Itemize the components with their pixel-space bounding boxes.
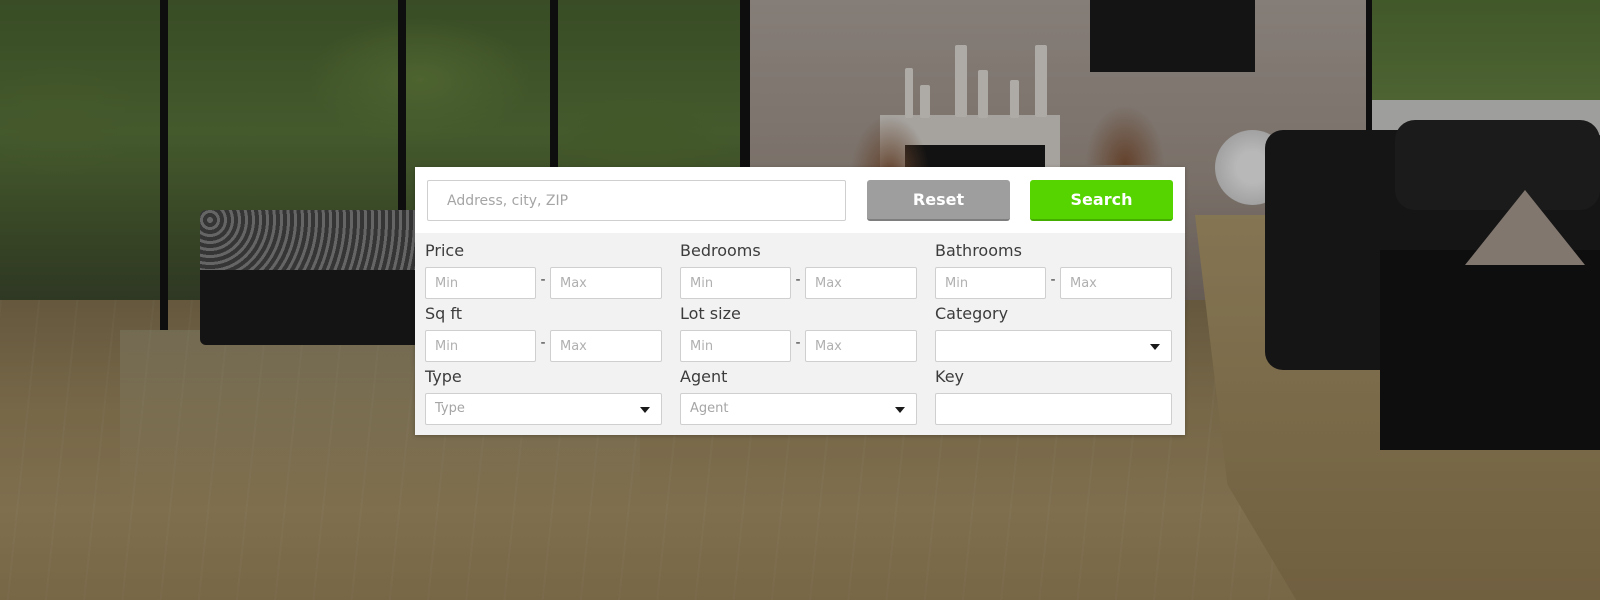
bedrooms-max-input[interactable] [805, 267, 917, 299]
caret-down-icon [895, 407, 905, 413]
search-bar: Reset Search [415, 167, 1185, 233]
agent-selected-value: Agent [690, 401, 729, 416]
bathrooms-filter: Bathrooms - [935, 240, 1172, 299]
lot-size-range: - [680, 330, 917, 362]
sqft-max-input[interactable] [550, 330, 662, 362]
type-label: Type [425, 367, 462, 386]
lot-size-filter: Lot size - [680, 303, 917, 362]
price-min-input[interactable] [425, 267, 536, 299]
bathrooms-label: Bathrooms [935, 241, 1022, 260]
key-filter: Key [935, 366, 1172, 425]
range-separator: - [540, 335, 546, 351]
lot-size-max-input[interactable] [805, 330, 917, 362]
range-separator: - [795, 335, 801, 351]
bedrooms-filter: Bedrooms - [680, 240, 917, 299]
type-selected-value: Type [435, 401, 465, 416]
agent-filter: Agent Agent [680, 366, 917, 425]
property-search-panel: Reset Search Price - Bedrooms - Bathroom… [415, 167, 1185, 435]
category-select[interactable] [935, 330, 1172, 362]
category-label: Category [935, 304, 1009, 323]
agent-label: Agent [680, 367, 728, 386]
type-select[interactable]: Type [425, 393, 662, 425]
bedrooms-range: - [680, 267, 917, 299]
agent-select[interactable]: Agent [680, 393, 917, 425]
address-search-input[interactable] [427, 180, 846, 221]
reset-button[interactable]: Reset [867, 180, 1010, 221]
range-separator: - [1050, 272, 1056, 288]
sqft-range: - [425, 330, 662, 362]
category-filter: Category [935, 303, 1172, 362]
search-button[interactable]: Search [1030, 180, 1173, 221]
bathrooms-range: - [935, 267, 1172, 299]
key-label: Key [935, 367, 965, 386]
caret-down-icon [1150, 344, 1160, 350]
sqft-label: Sq ft [425, 304, 463, 323]
price-label: Price [425, 241, 465, 260]
price-range: - [425, 267, 662, 299]
bedrooms-min-input[interactable] [680, 267, 791, 299]
range-separator: - [540, 272, 546, 288]
sqft-min-input[interactable] [425, 330, 536, 362]
price-max-input[interactable] [550, 267, 662, 299]
type-filter: Type Type [425, 366, 662, 425]
lot-size-label: Lot size [680, 304, 741, 323]
key-input[interactable] [935, 393, 1172, 425]
bathrooms-max-input[interactable] [1060, 267, 1172, 299]
caret-down-icon [640, 407, 650, 413]
price-filter: Price - [425, 240, 662, 299]
bedrooms-label: Bedrooms [680, 241, 761, 260]
lot-size-min-input[interactable] [680, 330, 791, 362]
range-separator: - [795, 272, 801, 288]
sqft-filter: Sq ft - [425, 303, 662, 362]
bathrooms-min-input[interactable] [935, 267, 1046, 299]
